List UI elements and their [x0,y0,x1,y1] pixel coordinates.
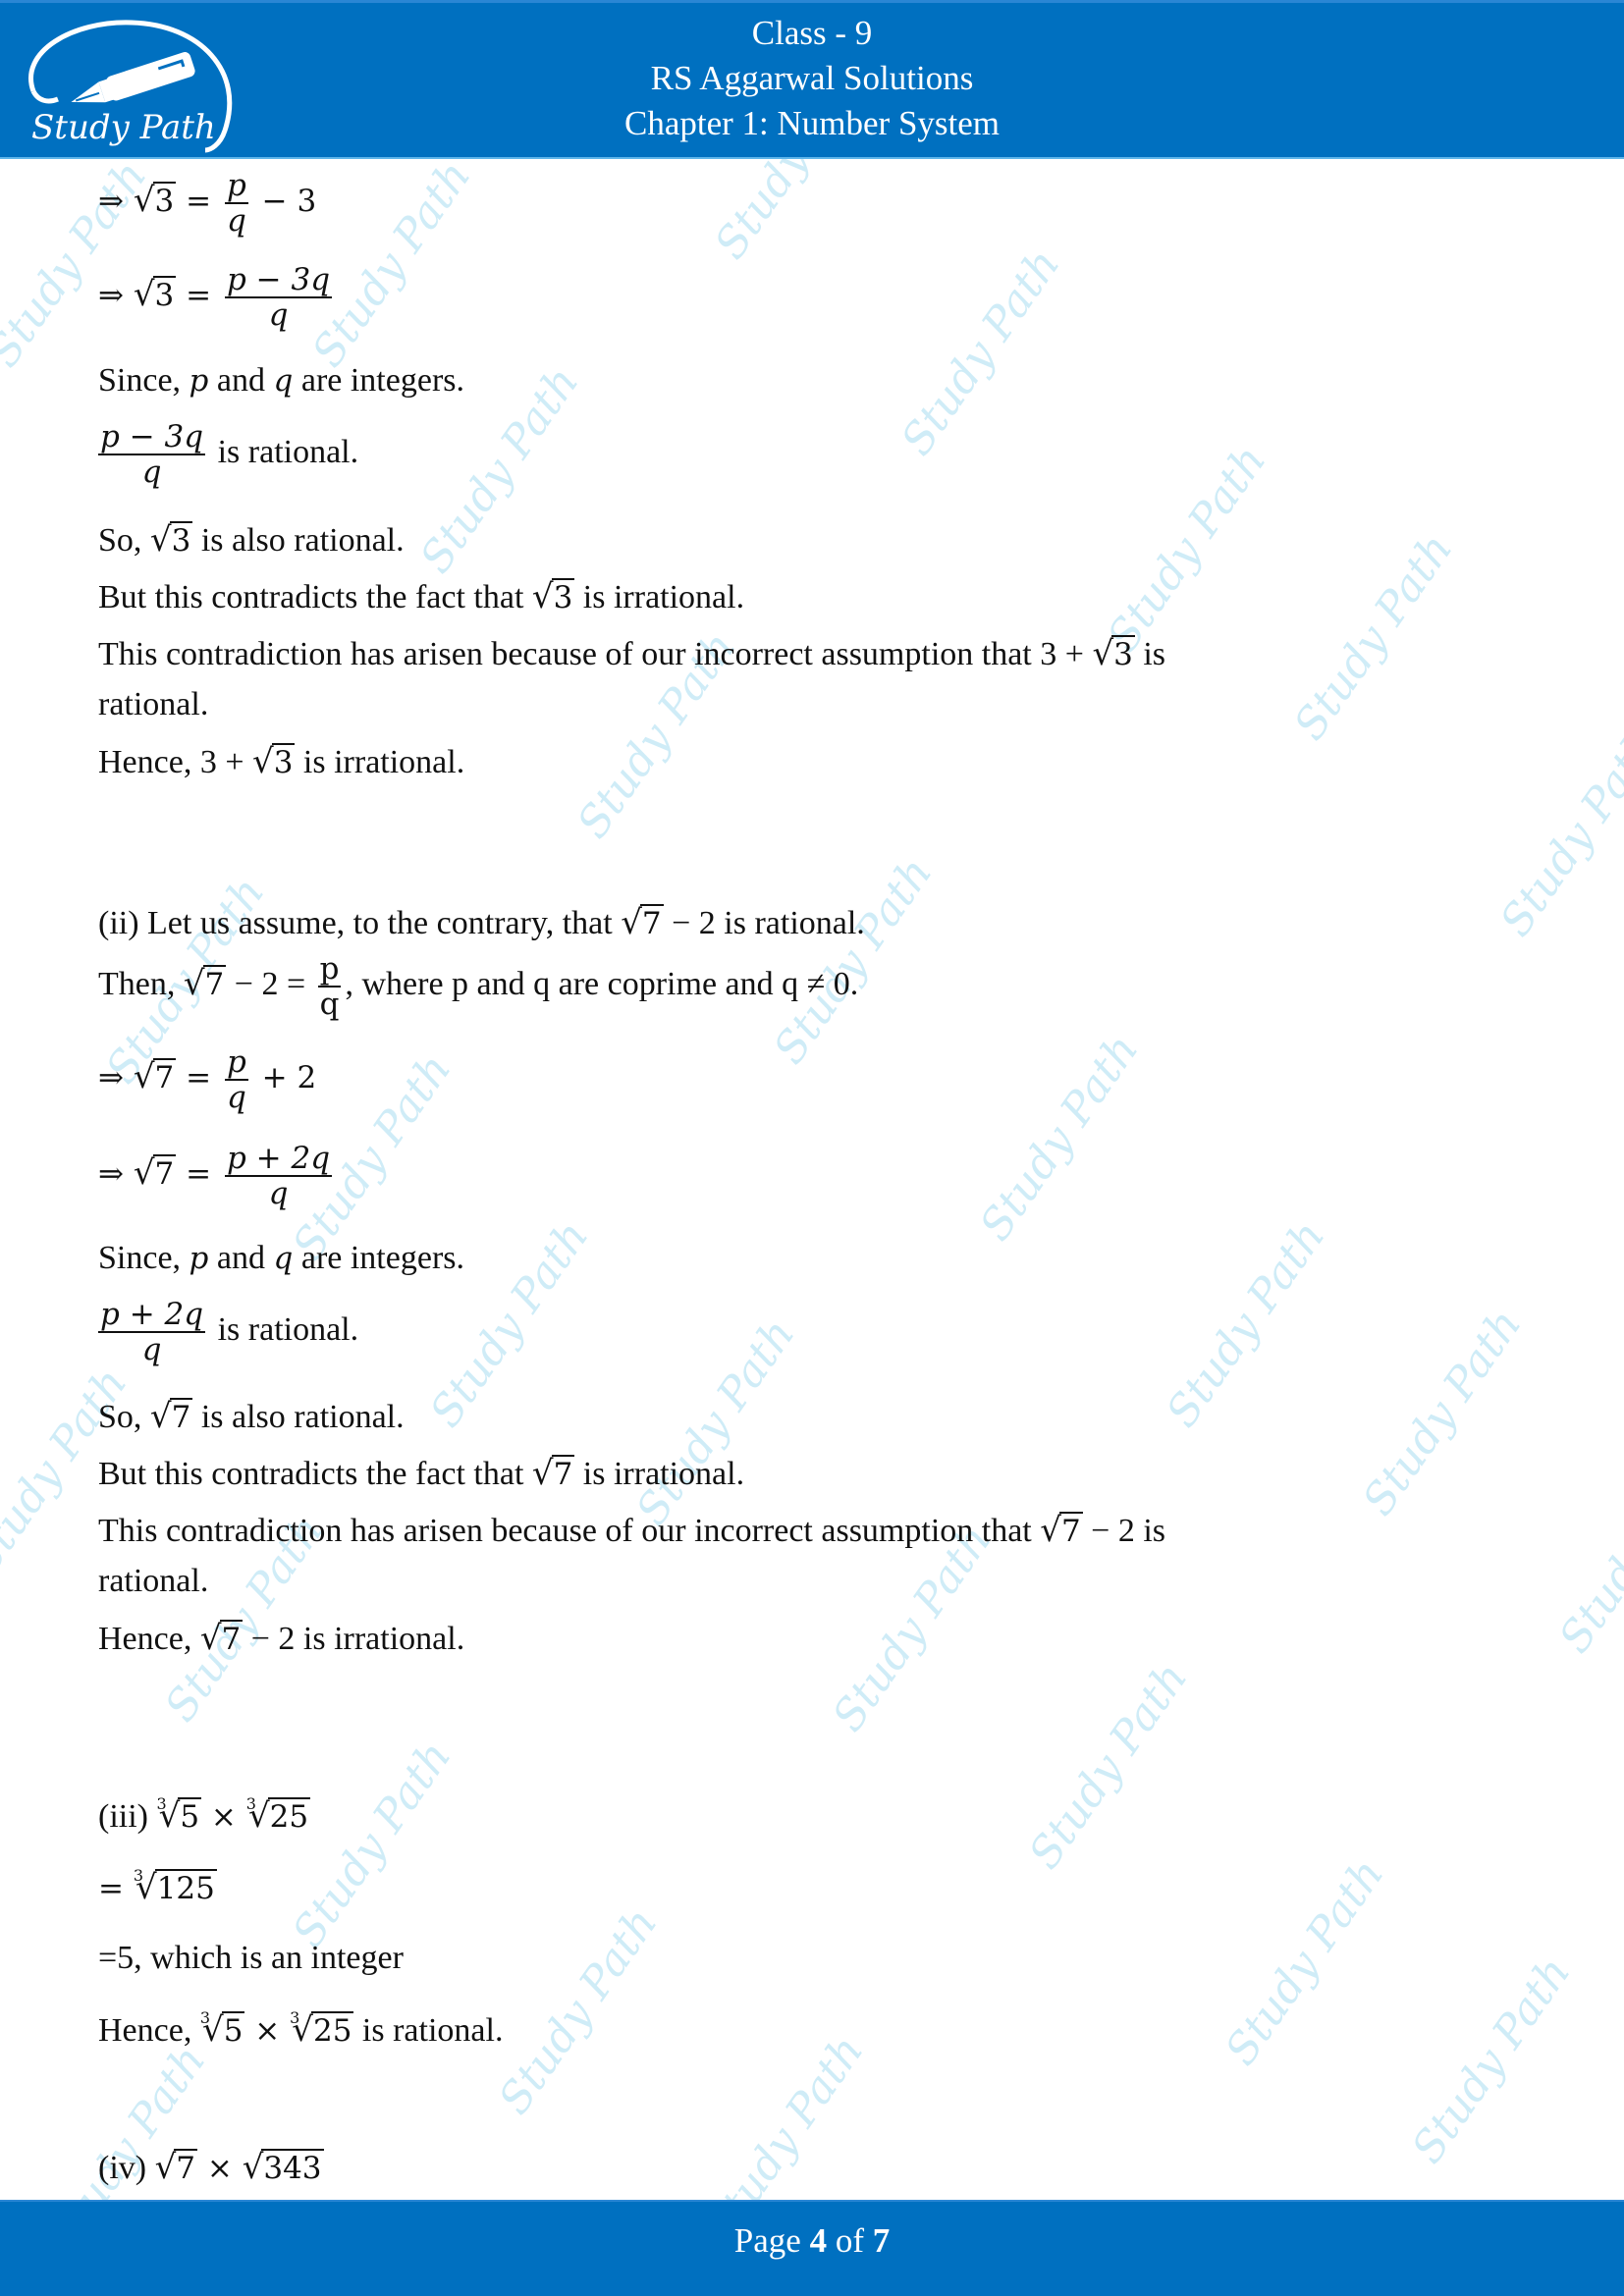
text-line: rational. [98,1563,209,1599]
square-root: √7 [183,963,227,1003]
square-root: √3 [252,742,296,781]
book-title: RS Aggarwal Solutions [650,59,974,97]
equation-line: = 3√125 [98,1866,217,1913]
equation-line: (iv) √7 × √343 [98,2148,324,2187]
text-line: So, √7 is also rational. [98,1397,405,1436]
text-line: But this contradicts the fact that √7 is… [98,1454,745,1493]
watermark: Study Path [1549,1438,1624,1662]
watermark: Study Path [970,1025,1149,1250]
fraction: pq [224,1044,248,1115]
equation-line: ⇒ √3 = p − 3q q [98,262,333,333]
text-line: This contradiction has arisen because of… [98,634,1166,673]
watermark: Study Path [1402,1948,1581,2172]
text-line: =5, which is an integer [98,1940,404,1976]
watermark: Study Path [1157,1211,1335,1436]
watermark: Study Path [489,1898,668,2123]
watermark: Study Path [1353,1300,1532,1524]
header-titles: Class - 9 RS Aggarwal Solutions Chapter … [0,11,1624,146]
watermark: Study Path [1216,1849,1394,2074]
square-root: √7 [133,1152,177,1193]
text-line: This contradiction has arisen because of… [98,1511,1166,1550]
fraction: p − 3q q [98,419,206,490]
watermark: Study Path [892,240,1070,464]
square-root: √3 [133,180,177,220]
text-line: Then, √7 − 2 = pq, where p and q are cop… [98,951,859,1022]
square-root: √7 [531,1454,575,1493]
equation-line: ⇒ √7 = p + 2q q [98,1141,333,1211]
square-root: √3 [531,577,575,616]
cube-root: 3√25 [245,1794,311,1836]
text-line: Since, p and q are integers. [98,1240,464,1276]
square-root: √7 [621,903,664,942]
text-line: p − 3q q is rational. [98,419,359,490]
text-line: rational. [98,686,209,722]
watermark: Study Path [695,2026,874,2200]
text-line: But this contradicts the fact that √3 is… [98,577,745,616]
page-indicator: Page 4 of 7 [733,2221,891,2260]
text-line: Hence, √7 − 2 is irrational. [98,1619,465,1658]
watermark: Study Path [626,1309,805,1534]
square-root: √343 [242,2148,324,2187]
text-line: p + 2q q is rational. [98,1297,359,1367]
fraction: p + 2q q [98,1297,206,1367]
equation-line: ⇒ √7 = pq + 2 [98,1044,317,1115]
page-header: Study Path Class - 9 RS Aggarwal Solutio… [0,0,1624,159]
text-line: (ii) Let us assume, to the contrary, tha… [98,903,865,942]
fraction: p + 2q q [224,1141,333,1211]
class-title: Class - 9 [751,14,873,52]
text-line: Since, p and q are integers. [98,362,464,399]
cube-root: 3√5 [199,2008,245,2050]
watermark: Study Path [705,159,883,268]
square-root: √3 [1092,634,1135,673]
text-line: So, √3 is also rational. [98,520,405,560]
total-pages: 7 [872,2221,891,2260]
square-root: √7 [149,1397,193,1436]
text-line: Hence, 3 + √3 is irrational. [98,742,465,781]
watermark: Study Path [1490,721,1624,945]
fraction: pq [224,168,248,239]
fraction: p − 3q q [224,262,333,333]
square-root: √7 [1040,1511,1083,1550]
cube-root: 3√5 [156,1794,202,1836]
watermark: Study Path [283,1732,461,1956]
square-root: √3 [133,274,177,314]
square-root: √7 [199,1619,244,1658]
watermark: Study Path [1284,524,1463,749]
text-line: Hence, 3√5 × 3√25 is rational. [98,2008,503,2056]
equation-line: (iii) 3√5 × 3√25 [98,1794,311,1842]
current-page: 4 [809,2221,828,2260]
equation-line: ⇒ √3 = pq − 3 [98,168,317,239]
cube-root: 3√125 [133,1866,217,1907]
chapter-title: Chapter 1: Number System [623,104,1001,142]
square-root: √7 [154,2148,197,2187]
cube-root: 3√25 [290,2008,354,2050]
page-footer: Page 4 of 7 [0,2200,1624,2296]
watermark: Study Path [1019,1653,1198,1878]
watermark: Study Path [1098,436,1276,661]
fraction: pq [317,951,342,1022]
square-root: √3 [149,520,193,560]
square-root: √7 [133,1056,177,1096]
